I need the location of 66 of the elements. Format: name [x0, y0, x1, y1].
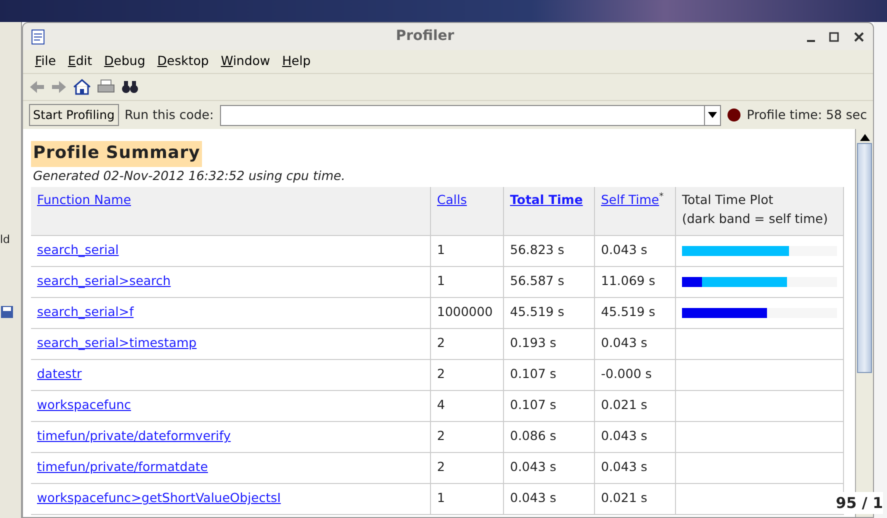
function-link[interactable]: search_serial>search [37, 273, 171, 288]
table-cell: 45.519 s [504, 297, 594, 328]
table-cell: 1 [430, 266, 504, 298]
table-cell: 0.043 s [594, 421, 676, 452]
table-cell: 0.043 s [504, 452, 594, 484]
function-link[interactable]: search_serial>timestamp [37, 335, 197, 350]
table-cell: 56.587 s [504, 266, 594, 298]
table-cell: 0.193 s [504, 328, 594, 360]
table-cell: -0.000 s [594, 359, 676, 390]
menu-item[interactable]: Edit [62, 52, 98, 71]
table-cell: 2 [430, 328, 504, 360]
menu-item[interactable]: Desktop [151, 52, 215, 71]
table-cell: 0.043 s [594, 235, 676, 266]
printer-icon[interactable] [97, 79, 115, 95]
table-cell: 0.021 s [594, 390, 676, 422]
start-profiling-button[interactable]: Start Profiling [29, 104, 119, 126]
column-header-link[interactable]: Function Name [37, 192, 132, 208]
table-cell: 45.519 s [594, 297, 676, 328]
function-link[interactable]: datestr [37, 366, 82, 382]
table-cell: 1 [430, 235, 504, 266]
table-cell: 0.043 s [594, 452, 676, 484]
column-header: Total Time Plot [682, 191, 774, 210]
menu-item[interactable]: Help [276, 52, 317, 71]
function-link[interactable]: search_serial [37, 242, 119, 258]
table-cell: 1000000 [430, 297, 504, 328]
vertical-scrollbar[interactable] [855, 129, 873, 517]
table-cell: 2 [430, 359, 504, 390]
table-cell: 11.069 s [594, 266, 676, 298]
summary-title: Profile Summary [31, 141, 202, 166]
run-code-field[interactable] [220, 104, 721, 126]
generated-text: Generated 02-Nov-2012 16:32:52 using cpu time. [33, 166, 346, 185]
function-link[interactable]: workspacefunc [37, 397, 132, 412]
table-cell: 56.823 s [504, 235, 594, 266]
table-cell: 1 [430, 483, 504, 514]
table-cell: 2 [430, 452, 504, 484]
menu-item[interactable]: Window [214, 52, 276, 71]
table-cell: 2 [430, 421, 504, 452]
table-cell: 4 [430, 390, 504, 422]
table-cell: 0.086 s [504, 421, 594, 452]
function-link[interactable]: search_serial>f [37, 304, 134, 320]
menu-item[interactable]: File [29, 52, 62, 71]
status-dot-icon [726, 108, 741, 122]
page-number: 95 / 1 [836, 492, 883, 514]
column-header-link[interactable]: Calls [437, 192, 467, 208]
table-cell: 0.021 s [594, 483, 676, 514]
window-controls-drawing[interactable] [805, 30, 865, 42]
home-icon[interactable] [73, 79, 91, 95]
binoculars-icon[interactable] [121, 80, 139, 94]
column-header-link[interactable]: Self Time [601, 192, 660, 208]
dropdown-caret-icon[interactable] [708, 112, 717, 118]
table-cell: 0.043 s [594, 328, 676, 360]
menu-item[interactable]: Debug [98, 52, 152, 71]
window-title: Profiler [394, 27, 456, 46]
scroll-up-icon[interactable] [860, 133, 870, 141]
run-code-label: Run this code: [124, 106, 214, 124]
back-arrow-icon[interactable] [29, 80, 45, 94]
scroll-thumb[interactable] [857, 143, 872, 373]
background-window-text: ld [0, 232, 12, 248]
column-header-note: (dark band = self time) [682, 210, 829, 228]
table-cell: 0.107 s [504, 390, 594, 422]
table-cell: 0.043 s [504, 483, 594, 514]
profile-time-text: Profile time: 58 sec [746, 106, 867, 124]
document-icon [31, 28, 45, 44]
forward-arrow-icon[interactable] [51, 80, 67, 94]
table-cell: 0.107 s [504, 359, 594, 390]
footnote-mark: * [659, 192, 664, 202]
